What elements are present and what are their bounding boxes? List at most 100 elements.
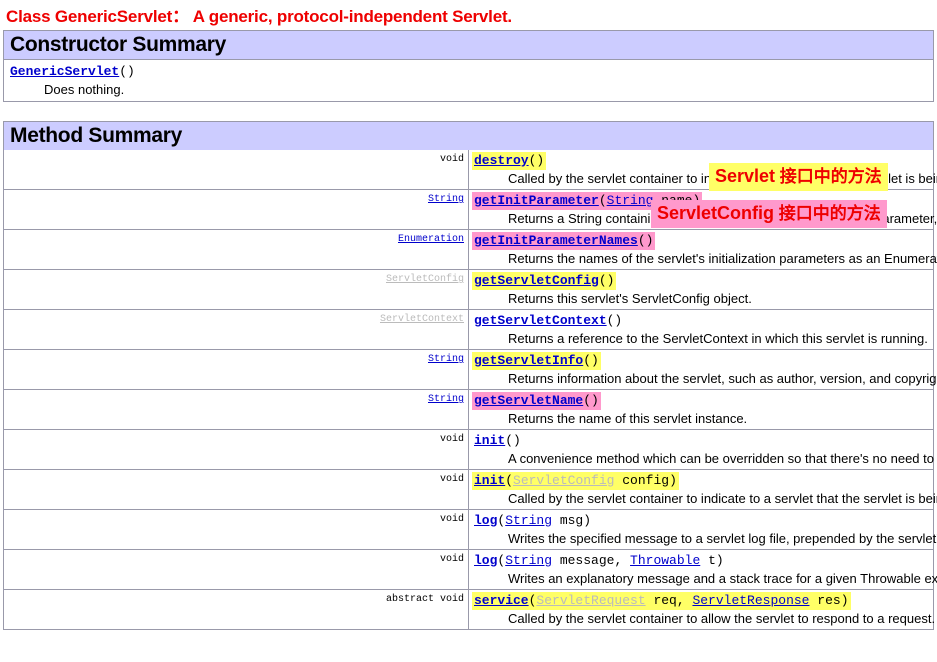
method-args: () [528,153,545,168]
constructor-summary-table: Constructor Summary GenericServlet() Doe… [3,30,934,102]
method-return-type: void [439,514,464,525]
constructor-name-link[interactable]: GenericServlet [10,64,119,79]
method-return-type-cell: ServletConfig [3,269,469,310]
method-name-link[interactable]: init [474,473,505,488]
method-param-type-link-2[interactable]: ServletResponse [692,593,809,608]
method-signature: log(String message, Throwable t) [472,552,726,570]
constructor-cell: GenericServlet() Does nothing. [3,59,934,102]
method-signature: init() [472,432,523,450]
method-args: () [598,273,615,288]
method-name-link[interactable]: getServletConfig [474,273,599,288]
method-return-type-cell: String [3,349,469,390]
annotation-1-cn: 接口中的方法 [774,204,881,223]
method-return-type-cell: abstract void [3,589,469,630]
annotation-1-bold: ServletConfig [657,203,775,223]
method-param-type-link-2[interactable]: Throwable [630,553,700,568]
method-name-link[interactable]: getServletInfo [474,353,583,368]
constructor-signature: GenericServlet() [8,63,137,81]
method-description: Returns the name of this servlet instanc… [508,411,748,426]
method-return-type-cell: String [3,189,469,230]
method-return-type[interactable]: String [428,394,464,405]
method-param-type-link[interactable]: String [505,513,552,528]
method-paren-close: ) [583,513,592,528]
method-description: Writes an explanatory message and a stac… [508,571,937,586]
method-return-type-cell: ServletContext [3,309,469,350]
method-return-type-cell: Enumeration [3,229,469,270]
method-row: void init() A convenience method which can… [3,429,937,470]
method-return-type-cell: void [3,429,469,470]
method-return-type[interactable]: String [428,194,464,205]
method-param-type-link[interactable]: String [505,553,552,568]
method-signature: getInitParameterNames() [472,232,656,250]
method-param-type-link[interactable]: ServletRequest [536,593,645,608]
method-signature: destroy() [472,152,547,170]
method-summary-table: Method Summary void destroy() Called by th… [3,121,937,630]
method-signature: getServletInfo() [472,352,601,370]
method-param-type-link[interactable]: String [607,193,654,208]
method-row: void log(String message, Throwable t) Writ… [3,549,937,590]
method-row: Enumeration getInitParameterNames() Return… [3,229,937,270]
constructor-summary-banner-cell: Constructor Summary [3,30,934,60]
method-name-link[interactable]: init [474,433,505,448]
method-description: Returns a reference to the ServletContex… [508,331,928,346]
method-return-type[interactable]: String [428,354,464,365]
method-args: () [637,233,654,248]
method-paren-open: ( [598,193,607,208]
annotation-0-cn: 接口中的方法 [775,167,882,186]
method-paren-close: ) [715,553,724,568]
method-name-link[interactable]: getInitParameter [474,193,599,208]
method-signature: log(String msg) [472,512,593,530]
method-row: abstract void service(ServletRequest req,… [3,589,936,630]
method-detail-cell: service(ServletRequest req, ServletRespo… [468,589,936,630]
method-row: ServletConfig getServletConfig() Returns t… [3,269,934,310]
method-row: void init(ServletConfig config) Called by … [3,469,937,510]
method-name-link[interactable]: getServletContext [474,313,607,328]
method-detail-cell: getServletName() Returns the name of this… [468,389,934,430]
method-signature: service(ServletRequest req, ServletRespo… [472,592,851,610]
method-param-name-2: res [809,593,841,608]
method-detail-cell: getServletInfo() Returns information abou… [468,349,937,390]
method-name-link[interactable]: log [474,553,497,568]
method-row: ServletContext getServletContext() Returns… [3,309,934,350]
method-return-type-cell: void [3,469,469,510]
method-return-type[interactable]: ServletContext [380,314,464,325]
constructor-description: Does nothing. [44,82,125,97]
method-row: String getServletName() Returns the name o… [3,389,934,430]
method-name-link[interactable]: getInitParameterNames [474,233,638,248]
method-args: () [583,393,599,408]
method-name-link[interactable]: service [474,593,529,608]
constructor-summary-heading: Constructor Summary [10,33,227,56]
method-name-link[interactable]: getServletName [474,393,583,408]
method-return-type: void [439,554,464,565]
method-detail-cell: init(ServletConfig config) Called by the … [468,469,937,510]
page-title: Class GenericServlet： A generic, protoco… [6,7,512,26]
constructor-args: () [119,64,135,79]
method-args: () [606,313,623,328]
method-return-type-cell: void [3,509,469,550]
constructor-summary-banner: Constructor Summary [3,30,934,60]
method-summary-banner: Method Summary [3,121,934,150]
method-row: void log(String msg) Writes the specified … [3,509,937,550]
annotation-servlet-interface: Servlet 接口中的方法 [709,163,888,191]
method-signature: init(ServletConfig config) [472,472,679,490]
method-return-type[interactable]: ServletConfig [386,274,464,285]
method-description: Writes the specified message to a servle… [508,531,937,546]
method-summary-heading: Method Summary [10,124,182,147]
method-description: Called by the servlet container to allow… [508,611,936,626]
method-param-name: req, [645,593,693,608]
constructor-row: GenericServlet() Does nothing. [3,59,934,102]
method-name-link[interactable]: destroy [474,153,529,168]
method-detail-cell: getInitParameterNames() Returns the names… [468,229,937,270]
method-detail-cell: log(String message, Throwable t) Writes a… [468,549,937,590]
method-args: () [583,353,599,368]
method-name-link[interactable]: log [474,513,497,528]
method-return-type[interactable]: Enumeration [398,234,464,245]
method-signature: getServletName() [472,392,601,410]
method-param-name: message, [552,553,631,568]
method-detail-cell: getServletContext() Returns a reference t… [468,309,934,350]
method-return-type: void [439,434,464,445]
method-paren-close: ) [840,593,849,608]
method-param-type-link[interactable]: ServletConfig [513,473,614,488]
method-description: Returns this servlet's ServletConfig obj… [508,291,752,306]
method-detail-cell: init() A convenience method which can be … [468,429,937,470]
